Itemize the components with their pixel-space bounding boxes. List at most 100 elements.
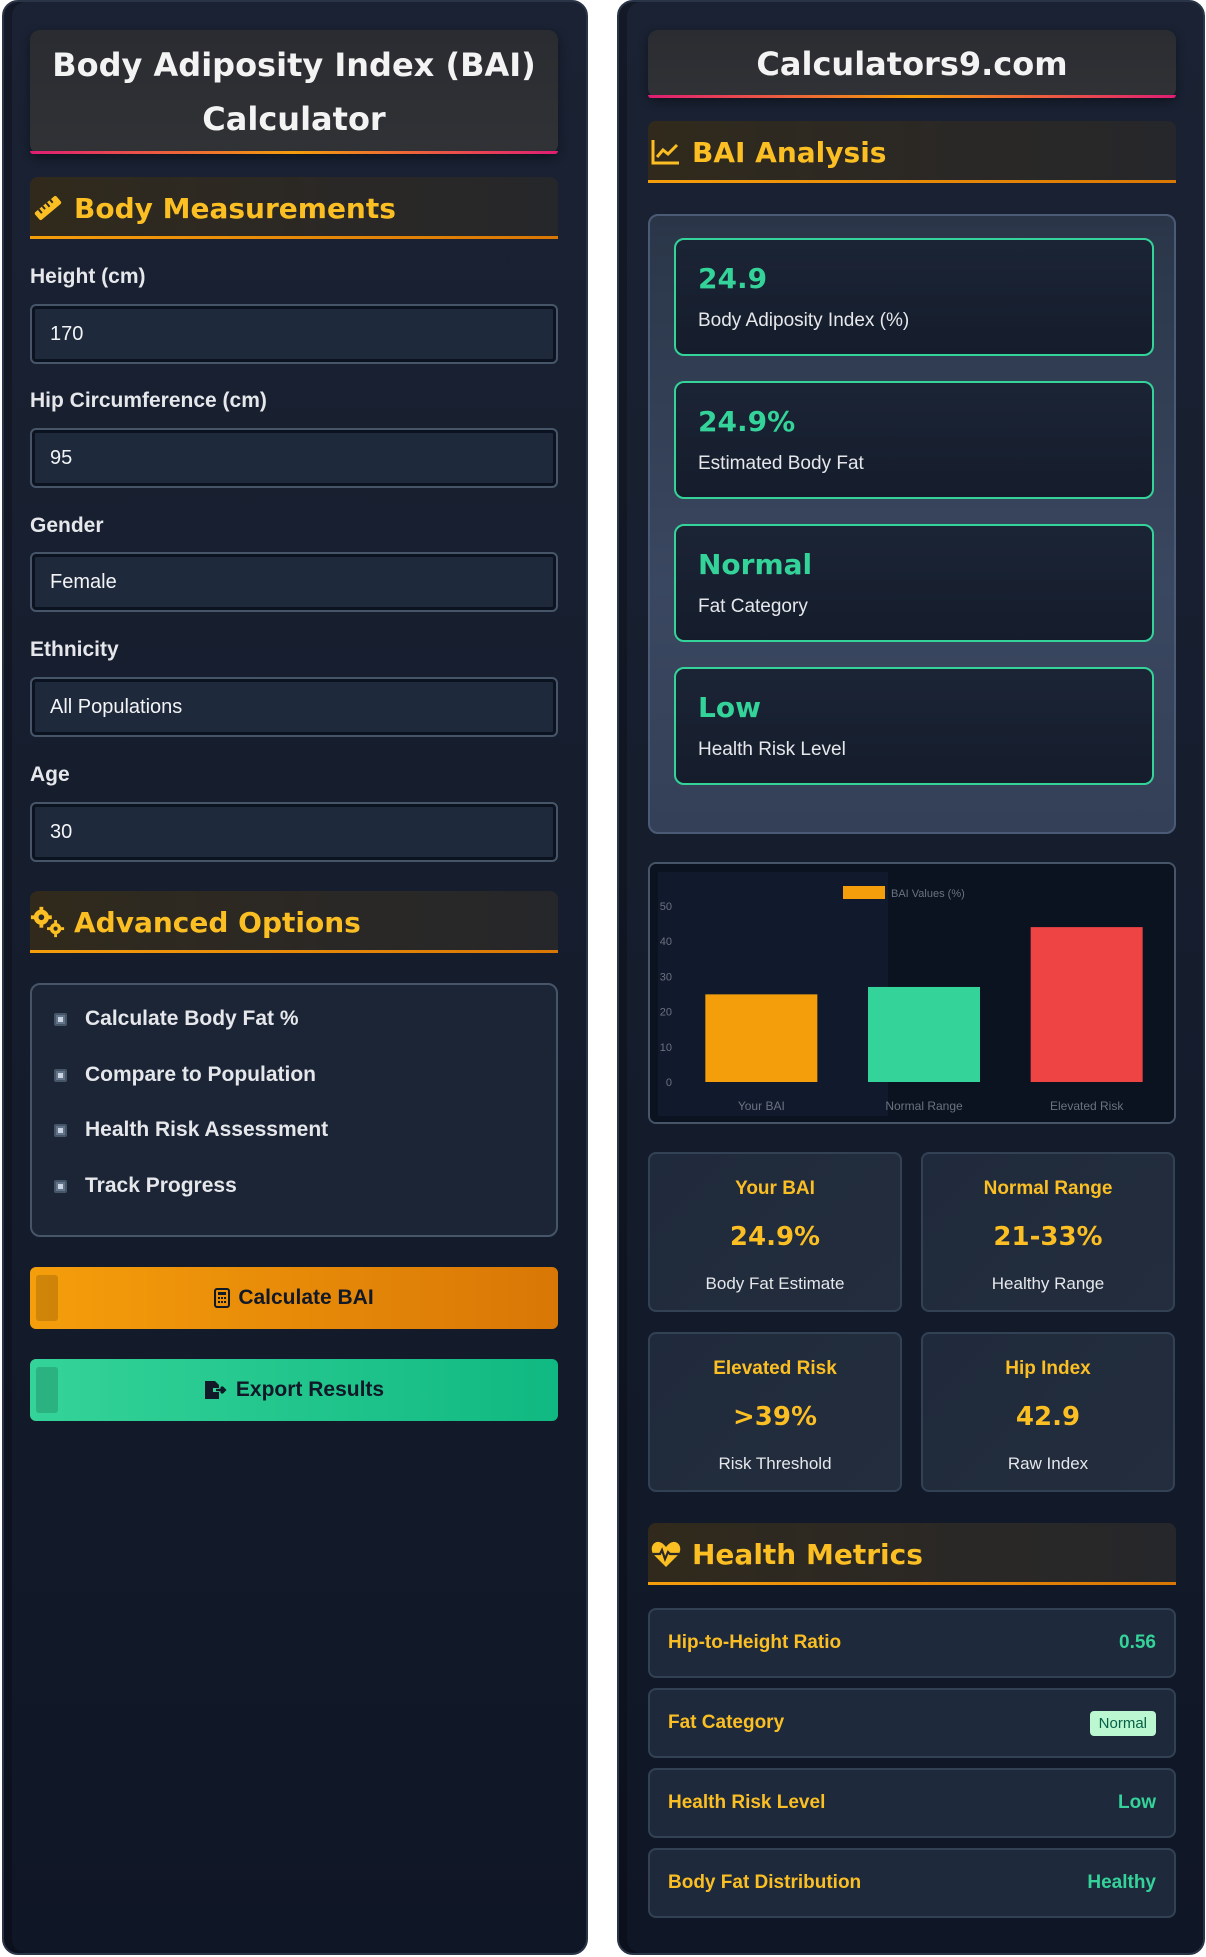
stat-card-hip-index: Hip Index 42.9 Raw Index: [921, 1332, 1175, 1492]
result-card-fat-category: Normal Fat Category: [674, 524, 1154, 642]
bar-normal-range: [868, 986, 980, 1082]
checkbox[interactable]: [54, 1179, 67, 1193]
calculator-title-line2: Calculator: [202, 100, 386, 138]
metric-value: Low: [1118, 1792, 1156, 1813]
option-health-risk-assessment[interactable]: Health Risk Assessment: [54, 1118, 328, 1142]
bai-analysis-heading-text: BAI Analysis: [692, 135, 887, 169]
metric-body-fat-distribution: Body Fat Distribution Healthy: [648, 1848, 1176, 1918]
gender-label: Gender: [30, 514, 104, 537]
option-track-progress[interactable]: Track Progress: [54, 1174, 237, 1198]
calculator-panel: [2, 0, 588, 1955]
option-label: Health Risk Assessment: [85, 1118, 329, 1141]
chart-line-icon: [648, 134, 684, 170]
bar-elevated-risk: [1030, 927, 1143, 1082]
ethnicity-select[interactable]: All Populations: [30, 677, 558, 737]
file-export-icon: [204, 1380, 228, 1400]
body-measurements-heading: Body Measurements: [30, 177, 558, 239]
checkbox[interactable]: [54, 1012, 67, 1026]
export-results-label: Export Results: [235, 1378, 385, 1401]
option-compare-population[interactable]: Compare to Population: [54, 1063, 316, 1087]
metric-hip-to-height: Hip-to-Height Ratio 0.56: [648, 1608, 1176, 1678]
site-title-box: Calculators9.com: [648, 30, 1176, 98]
height-label: Height (cm): [30, 265, 146, 288]
y-tick-label: 30: [660, 971, 672, 983]
stat-card-your-bai: Your BAI 24.9% Body Fat Estimate: [648, 1152, 902, 1312]
option-label: Track Progress: [85, 1174, 237, 1197]
result-value: 24.9: [698, 262, 768, 295]
ruler-icon: [30, 190, 66, 226]
result-card-body-fat: 24.9% Estimated Body Fat: [674, 381, 1154, 499]
stat-card-normal-range: Normal Range 21-33% Healthy Range: [921, 1152, 1175, 1312]
legend-swatch: [843, 886, 885, 899]
hip-circumference-input[interactable]: 95: [30, 428, 558, 488]
stat-subtitle: Raw Index: [1007, 1454, 1089, 1473]
age-label: Age: [30, 763, 70, 786]
stat-value: 21-33%: [993, 1222, 1103, 1252]
stat-title: Hip Index: [1005, 1358, 1091, 1379]
stat-title: Normal Range: [983, 1178, 1113, 1199]
height-input[interactable]: 170: [30, 304, 558, 364]
metric-label: Body Fat Distribution: [668, 1872, 862, 1893]
y-tick-label: 20: [660, 1007, 672, 1019]
result-label: Fat Category: [698, 596, 808, 617]
result-value: 24.9%: [698, 405, 796, 438]
stat-value: 24.9%: [729, 1222, 821, 1252]
heartbeat-icon: [648, 1536, 684, 1572]
export-results-button[interactable]: Export Results: [30, 1359, 558, 1421]
y-tick-label: 40: [660, 936, 672, 948]
stat-value: >39%: [732, 1402, 818, 1432]
results-summary: 24.9 Body Adiposity Index (%) 24.9% Esti…: [648, 214, 1176, 834]
body-measurements-heading-text: Body Measurements: [74, 191, 396, 225]
legend-label: BAI Values (%): [891, 888, 965, 900]
y-tick-label: 50: [660, 901, 672, 913]
bai-analysis-heading: BAI Analysis: [648, 121, 1176, 183]
advanced-options-heading-text: Advanced Options: [74, 905, 361, 939]
stat-subtitle: Risk Threshold: [718, 1454, 832, 1473]
metric-label: Hip-to-Height Ratio: [668, 1632, 842, 1653]
hip-circumference-label: Hip Circumference (cm): [30, 389, 267, 412]
calculator-title-box: Body Adiposity Index (BAI) Calculator: [30, 30, 558, 154]
result-label: Health Risk Level: [698, 739, 846, 760]
option-label: Calculate Body Fat %: [85, 1007, 299, 1030]
metric-label: Health Risk Level: [668, 1792, 826, 1813]
stat-subtitle: Healthy Range: [991, 1274, 1105, 1293]
x-tick-label: Your BAI: [738, 1099, 785, 1113]
x-tick-label: Normal Range: [885, 1099, 963, 1113]
stat-value: 42.9: [1015, 1402, 1081, 1432]
health-metrics-heading-text: Health Metrics: [692, 1537, 923, 1571]
metric-health-risk: Health Risk Level Low: [648, 1768, 1176, 1838]
metric-value: Healthy: [1087, 1872, 1156, 1893]
option-label: Compare to Population: [85, 1063, 316, 1086]
result-label: Body Adiposity Index (%): [698, 310, 910, 331]
calculate-bai-button[interactable]: Calculate BAI: [30, 1267, 558, 1329]
calculator-title-line1: Body Adiposity Index (BAI): [52, 46, 536, 84]
stat-title: Elevated Risk: [713, 1358, 837, 1379]
metric-label: Fat Category: [668, 1712, 785, 1733]
result-card-health-risk: Low Health Risk Level: [674, 667, 1154, 785]
y-tick-label: 0: [666, 1077, 672, 1089]
stat-card-elevated-risk: Elevated Risk >39% Risk Threshold: [648, 1332, 902, 1492]
fat-category-badge: Normal: [1089, 1710, 1156, 1736]
bai-chart-svg: 0 10 20 30 40 50 BAI Values (%) Your BAI Normal …: [650, 864, 1174, 1122]
calculate-bai-label: Calculate BAI: [238, 1286, 374, 1309]
stat-subtitle: Body Fat Estimate: [705, 1274, 845, 1293]
checkbox[interactable]: [54, 1123, 67, 1137]
gender-select[interactable]: Female: [30, 552, 558, 612]
x-tick-label: Elevated Risk: [1050, 1099, 1124, 1113]
advanced-options-list: Calculate Body Fat % Compare to Populati…: [30, 983, 558, 1237]
result-card-bai: 24.9 Body Adiposity Index (%): [674, 238, 1154, 356]
age-input[interactable]: 30: [30, 802, 558, 862]
checkbox[interactable]: [54, 1068, 67, 1082]
metric-value: 0.56: [1119, 1632, 1156, 1653]
result-label: Estimated Body Fat: [698, 453, 864, 474]
calculator-icon: [214, 1288, 231, 1308]
site-title: Calculators9.com: [756, 45, 1068, 83]
option-calculate-body-fat[interactable]: Calculate Body Fat %: [54, 1007, 299, 1031]
bar-your-bai: [705, 994, 818, 1082]
result-value: Normal: [698, 548, 813, 581]
bai-bar-chart: 0 10 20 30 40 50 BAI Values (%) Your BAI Normal …: [648, 862, 1176, 1124]
advanced-options-heading: Advanced Options: [30, 891, 558, 953]
result-value: Low: [698, 691, 761, 724]
ethnicity-label: Ethnicity: [30, 638, 119, 661]
gears-icon: [30, 904, 66, 940]
